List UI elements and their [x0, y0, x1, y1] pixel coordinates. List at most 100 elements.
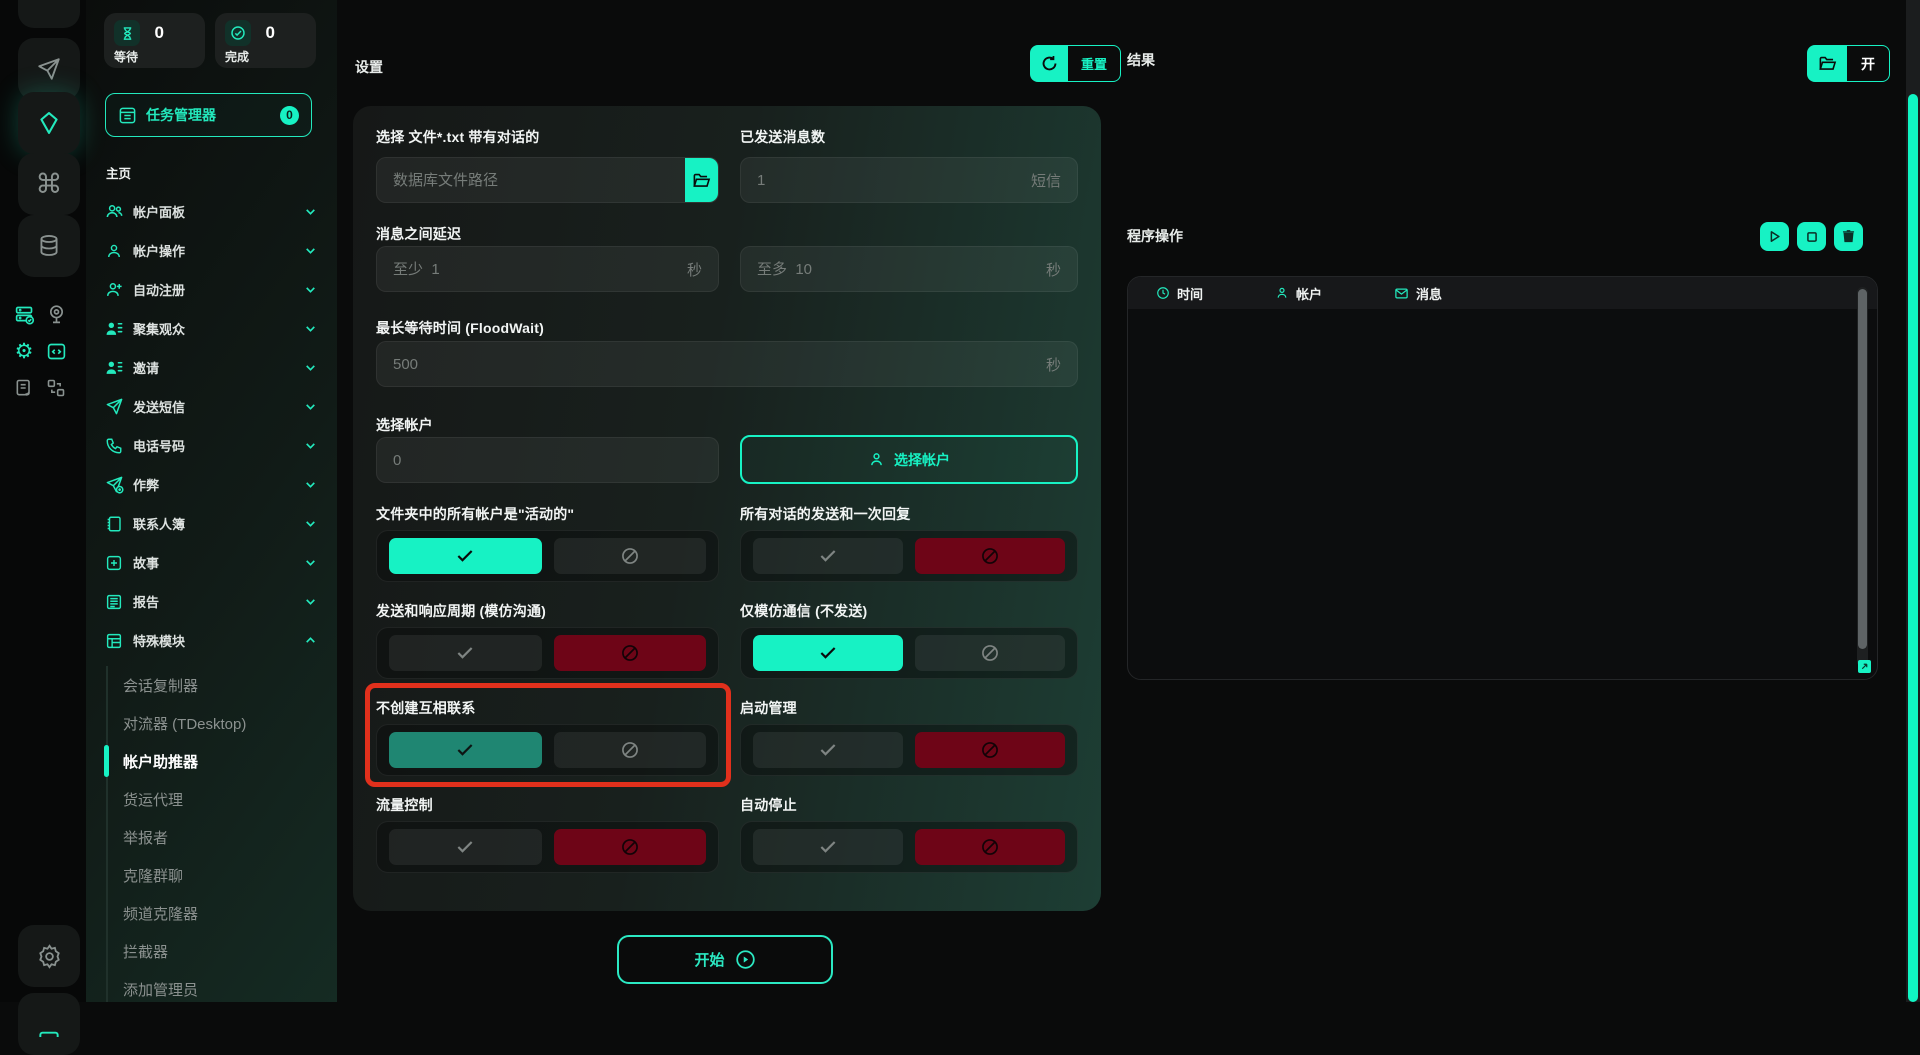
chevron-down-icon: [304, 478, 317, 491]
no-button[interactable]: [915, 635, 1065, 671]
resize-handle[interactable]: [1858, 660, 1871, 673]
file-path-input[interactable]: [377, 158, 685, 202]
submenu-item-add-admin[interactable]: 添加管理员: [86, 970, 337, 1008]
yes-button[interactable]: [753, 829, 903, 865]
yes-button[interactable]: [389, 538, 542, 574]
yes-button[interactable]: [389, 732, 542, 768]
submenu-item-session-copier[interactable]: 会话复制器: [86, 666, 337, 704]
sidebar-item-contact-book[interactable]: 联系人簿: [86, 504, 337, 543]
toggle-label: 启动管理: [740, 698, 797, 718]
page-scrollbar-track[interactable]: [1906, 0, 1920, 1002]
yes-button[interactable]: [753, 732, 903, 768]
column-time[interactable]: 时间: [1156, 284, 1203, 303]
sidebar-item-phone-numbers[interactable]: 电话号码: [86, 426, 337, 465]
table-scrollbar-track[interactable]: [1857, 287, 1868, 667]
floodwait-field: 秒: [376, 341, 1078, 387]
accounts-label: 选择帐户: [376, 415, 433, 435]
delay-max-input[interactable]: [741, 247, 1046, 291]
submenu-item-interceptor[interactable]: 拦截器: [86, 932, 337, 970]
chevron-down-icon: [304, 283, 317, 296]
webcam-person-icon[interactable]: [44, 302, 68, 326]
sidebar-item-reports[interactable]: 报告: [86, 582, 337, 621]
submenu-item-freight-agent[interactable]: 货运代理: [86, 780, 337, 818]
yes-button[interactable]: [389, 635, 542, 671]
clock-icon: [1156, 286, 1170, 300]
settings-card: 选择 文件*.txt 带有对话的 已发送消息数 短信 消息之间延迟 秒 秒 最长…: [353, 106, 1101, 911]
file-field-label: 选择 文件*.txt 带有对话的: [376, 127, 539, 147]
people-icon: [104, 202, 124, 222]
play-icon[interactable]: [1760, 222, 1789, 251]
stop-icon[interactable]: [1797, 222, 1826, 251]
no-button[interactable]: [554, 829, 707, 865]
command-icon[interactable]: ⌘: [18, 153, 80, 215]
submenu-item-channel-cloner[interactable]: 频道克隆器: [86, 894, 337, 932]
column-account[interactable]: 帐户: [1275, 284, 1322, 303]
sidebar-submenu: 会话复制器 对流器 (TDesktop) 帐户助推器 货运代理 举报者 克隆群聊…: [86, 666, 337, 1008]
task-manager-button[interactable]: 任务管理器 0: [105, 93, 312, 137]
sidebar-item-special-modules[interactable]: 特殊模块: [86, 621, 337, 660]
bottom-partial-icon[interactable]: [18, 993, 80, 1055]
sidebar-item-gather-audience[interactable]: 聚集观众: [86, 309, 337, 348]
sidebar-item-cheat[interactable]: 作弊: [86, 465, 337, 504]
column-message[interactable]: 消息: [1394, 284, 1442, 303]
toggle-label: 不创建互相联系: [376, 698, 475, 718]
logo-partial-icon[interactable]: [18, 0, 80, 28]
open-results-button[interactable]: 开: [1807, 45, 1890, 82]
gear-small-icon[interactable]: ⚙: [12, 339, 36, 363]
folder-icon: [1807, 45, 1847, 82]
sidebar-menu: 帐户面板 帐户操作 自动注册 聚集观众 邀请 发送短信: [86, 192, 337, 660]
select-accounts-button[interactable]: 选择帐户: [740, 435, 1078, 484]
delay-min-input[interactable]: [377, 247, 687, 291]
toggle-label: 文件夹中的所有帐户是"活动的": [376, 504, 574, 524]
table-scrollbar-thumb[interactable]: [1858, 289, 1867, 649]
submenu-item-account-booster[interactable]: 帐户助推器: [86, 742, 337, 780]
swap-icon[interactable]: [44, 376, 68, 400]
database-icon[interactable]: [18, 215, 80, 277]
no-button[interactable]: [554, 635, 707, 671]
diamond-icon[interactable]: [18, 92, 80, 154]
start-button[interactable]: 开始: [617, 935, 833, 984]
code-window-icon[interactable]: [44, 339, 68, 363]
reset-label: 重置: [1068, 45, 1121, 82]
results-title: 结果: [1127, 50, 1155, 70]
page-scrollbar-thumb[interactable]: [1908, 94, 1918, 1002]
document-check-icon[interactable]: [12, 376, 36, 400]
accounts-count-input[interactable]: [377, 438, 718, 482]
sent-count-input[interactable]: [741, 158, 1031, 202]
sidebar-item-stories[interactable]: 故事: [86, 543, 337, 582]
send-icon[interactable]: [18, 38, 80, 100]
start-label: 开始: [694, 949, 724, 970]
chevron-down-icon: [304, 517, 317, 530]
floodwait-input[interactable]: [377, 342, 1046, 386]
reset-button[interactable]: 重置: [1030, 45, 1121, 82]
yes-button[interactable]: [753, 538, 903, 574]
toggle-label: 发送和响应周期 (模仿沟通): [376, 601, 546, 621]
toggle-startup-management: [740, 724, 1078, 776]
folder-icon[interactable]: [685, 157, 718, 203]
sidebar-item-home[interactable]: 主页: [106, 163, 131, 182]
sidebar-item-account-actions[interactable]: 帐户操作: [86, 231, 337, 270]
task-window-icon: [118, 106, 137, 125]
no-button[interactable]: [554, 732, 707, 768]
no-button[interactable]: [915, 538, 1065, 574]
no-button[interactable]: [915, 732, 1065, 768]
chevron-down-icon: [304, 322, 317, 335]
server-check-icon[interactable]: [12, 302, 36, 326]
file-path-field: [376, 157, 719, 203]
submenu-item-clone-group[interactable]: 克隆群聊: [86, 856, 337, 894]
no-button[interactable]: [554, 538, 707, 574]
sidebar-item-accounts-panel[interactable]: 帐户面板: [86, 192, 337, 231]
waiting-label: 等待: [114, 48, 195, 65]
sidebar-item-send-sms[interactable]: 发送短信: [86, 387, 337, 426]
submenu-item-reporter[interactable]: 举报者: [86, 818, 337, 856]
delay-min-field: 秒: [376, 246, 719, 292]
toggle-label: 所有对话的发送和一次回复: [740, 504, 910, 524]
yes-button[interactable]: [753, 635, 903, 671]
sidebar-item-invite[interactable]: 邀请: [86, 348, 337, 387]
gear-icon[interactable]: [18, 925, 80, 987]
trash-icon[interactable]: [1834, 222, 1863, 251]
submenu-item-convector[interactable]: 对流器 (TDesktop): [86, 704, 337, 742]
yes-button[interactable]: [389, 829, 542, 865]
no-button[interactable]: [915, 829, 1065, 865]
sidebar-item-auto-register[interactable]: 自动注册: [86, 270, 337, 309]
